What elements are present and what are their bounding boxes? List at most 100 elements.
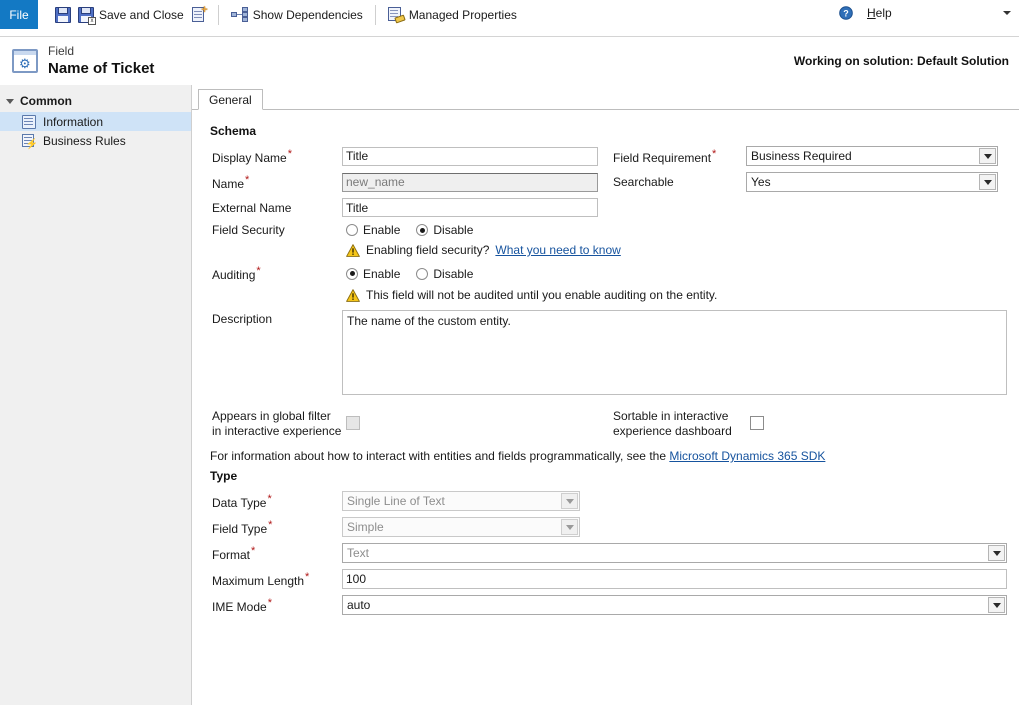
- field-security-disable-radio[interactable]: Disable: [416, 223, 473, 237]
- data-type-label: Data Type*: [212, 492, 272, 510]
- chevron-down-icon: [561, 519, 578, 535]
- page-header: ⚙ Field Name of Ticket Working on soluti…: [0, 37, 1019, 85]
- show-dependencies-button[interactable]: Show Dependencies: [227, 2, 367, 28]
- section-title-schema: Schema: [210, 124, 257, 138]
- ime-mode-label: IME Mode*: [212, 596, 272, 614]
- information-icon: [22, 114, 36, 129]
- new-field-icon: +: [191, 4, 208, 23]
- page-title: Name of Ticket: [48, 60, 155, 77]
- auditing-disable-radio[interactable]: Disable: [416, 267, 473, 281]
- required-marker: *: [251, 544, 256, 557]
- format-label: Format*: [212, 544, 256, 562]
- auditing-enable-label: Enable: [363, 266, 401, 281]
- description-label: Description: [212, 312, 273, 326]
- global-filter-checkbox[interactable]: [346, 416, 360, 430]
- row-display-name: Display Name* Field Requirement* Busines…: [202, 146, 1007, 166]
- toolbar-separator-1: [217, 4, 219, 25]
- external-name-input[interactable]: [342, 198, 598, 217]
- row-data-type: Data Type* Single Line of Text: [202, 491, 1007, 511]
- field-form: Schema Display Name* Field Requirement* …: [192, 110, 1019, 615]
- tab-strip: General: [192, 88, 1019, 110]
- warning-icon: [346, 288, 360, 302]
- ribbon-toolbar: File x Save and Close + Show Dependencie…: [0, 0, 1019, 37]
- required-marker: *: [256, 265, 261, 277]
- nav-group-label: Common: [20, 94, 72, 108]
- managed-properties-button[interactable]: Managed Properties: [384, 2, 521, 28]
- auditing-enable-radio[interactable]: Enable: [346, 267, 400, 281]
- field-type-label: Field Type*: [212, 518, 273, 536]
- auditing-radio-group: Enable Disable: [342, 267, 473, 281]
- field-type-select[interactable]: Simple: [342, 517, 580, 537]
- field-requirement-select[interactable]: Business Required: [746, 146, 998, 166]
- chevron-down-icon: [979, 148, 996, 164]
- help-label: Help: [867, 6, 892, 20]
- row-maximum-length: Maximum Length*: [202, 569, 1007, 589]
- row-name: Name* Searchable Yes: [202, 172, 1007, 192]
- field-security-note: Enabling field security? What you need t…: [346, 243, 1007, 257]
- data-type-select[interactable]: Single Line of Text: [342, 491, 580, 511]
- name-label: Name*: [212, 173, 250, 191]
- page-kicker: Field: [48, 44, 75, 58]
- description-textarea[interactable]: The name of the custom entity.: [342, 310, 1007, 395]
- sidebar-item-label: Information: [43, 114, 104, 129]
- required-marker: *: [267, 492, 272, 505]
- toolbar-separator-2: [374, 4, 376, 25]
- radio-icon: [346, 224, 358, 236]
- ime-mode-value: auto: [347, 598, 371, 612]
- sidebar-item-business-rules[interactable]: ⚡ Business Rules: [0, 131, 191, 150]
- nav-group-common[interactable]: Common: [0, 92, 191, 112]
- business-rules-icon: ⚡: [22, 133, 38, 149]
- field-security-enable-label: Enable: [363, 223, 401, 237]
- field-security-note-link[interactable]: What you need to know: [495, 243, 620, 257]
- external-name-label: External Name: [212, 200, 292, 215]
- field-security-enable-radio[interactable]: Enable: [346, 223, 400, 237]
- chevron-down-icon: [1003, 11, 1011, 15]
- field-requirement-label: Field Requirement*: [613, 147, 717, 165]
- searchable-select[interactable]: Yes: [746, 172, 998, 192]
- maximum-length-input[interactable]: [342, 569, 1007, 589]
- data-type-value: Single Line of Text: [347, 494, 445, 508]
- field-type-value: Simple: [347, 520, 384, 534]
- ime-mode-select[interactable]: auto: [342, 595, 1007, 615]
- tab-general[interactable]: General: [198, 89, 263, 110]
- radio-icon: [416, 267, 429, 280]
- chevron-collapse-icon: [6, 98, 14, 104]
- field-security-note-text: Enabling field security?: [366, 243, 490, 257]
- file-tab[interactable]: File: [0, 0, 38, 29]
- new-field-button[interactable]: +: [188, 2, 210, 28]
- save-button[interactable]: [52, 2, 74, 28]
- auditing-note: This field will not be audited until you…: [346, 288, 1007, 302]
- chevron-down-icon: [988, 545, 1005, 561]
- chevron-down-icon: [561, 493, 578, 509]
- field-security-label: Field Security: [212, 223, 285, 237]
- row-field-type: Field Type* Simple: [202, 517, 1007, 537]
- display-name-input[interactable]: [342, 146, 598, 166]
- field-entity-icon: ⚙: [10, 47, 40, 75]
- warning-icon: [346, 243, 360, 257]
- row-auditing: Auditing* Enable Disable: [202, 265, 1007, 282]
- sdk-link[interactable]: Microsoft Dynamics 365 SDK: [669, 449, 825, 463]
- row-ime-mode: IME Mode* auto: [202, 595, 1007, 615]
- body: Common Information ⚡ Business Rules Gene…: [0, 85, 1019, 705]
- name-input[interactable]: [342, 172, 598, 192]
- help-button[interactable]: ? Help: [839, 6, 1011, 20]
- help-icon: ?: [839, 6, 853, 20]
- sidebar-item-information[interactable]: Information: [0, 112, 191, 131]
- field-security-disable-label: Disable: [433, 223, 474, 237]
- sdk-info-line: For information about how to interact wi…: [210, 449, 1007, 463]
- format-select[interactable]: Text: [342, 543, 1007, 563]
- sidebar-item-label: Business Rules: [43, 133, 126, 148]
- auditing-note-text: This field will not be audited until you…: [366, 288, 718, 302]
- managed-properties-icon: [387, 7, 406, 24]
- required-marker: *: [287, 147, 292, 160]
- required-marker: *: [245, 173, 250, 186]
- ribbon-commands: x Save and Close + Show Dependencies Man…: [38, 0, 521, 29]
- searchable-label: Searchable: [613, 175, 674, 189]
- save-and-close-button[interactable]: x Save and Close: [74, 2, 188, 28]
- sortable-checkbox[interactable]: [750, 416, 764, 430]
- save-and-close-icon: x: [78, 6, 96, 25]
- show-dependencies-label: Show Dependencies: [252, 7, 363, 22]
- row-format: Format* Text: [202, 543, 1007, 563]
- chevron-down-icon: [988, 597, 1005, 613]
- sdk-info-text: For information about how to interact wi…: [210, 449, 666, 463]
